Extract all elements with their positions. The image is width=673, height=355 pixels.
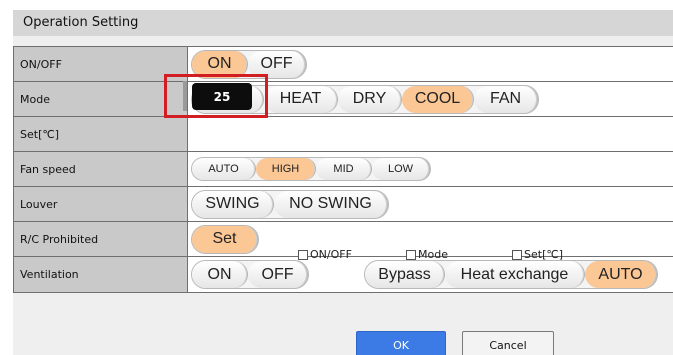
temperature-grip[interactable]	[183, 81, 187, 111]
fan-high-button[interactable]: HIGH	[256, 158, 316, 180]
row-louver: Louver SWING NO SWING	[14, 187, 673, 222]
checkbox-icon	[406, 249, 416, 260]
row-fan: Fan speed AUTO HIGH MID LOW	[14, 152, 673, 187]
mode-fan-button[interactable]: FAN	[474, 85, 538, 113]
ventilation-mode-selector: Bypass Heat exchange AUTO	[364, 260, 658, 289]
row-label-rc-prohibited: R/C Prohibited	[14, 222, 188, 256]
mode-cool-button[interactable]: COOL	[402, 85, 474, 113]
row-label-mode: Mode	[14, 82, 188, 116]
checkbox-icon	[298, 249, 308, 260]
louver-swing-button[interactable]: SWING	[192, 190, 274, 218]
row-onoff: ON/OFF ON OFF	[14, 47, 673, 82]
louver-selector: SWING NO SWING	[191, 189, 389, 219]
row-label-onoff: ON/OFF	[14, 47, 188, 81]
rc-set-button[interactable]: Set	[192, 225, 258, 253]
ventilation-power-toggle: ON OFF	[191, 260, 309, 289]
row-mode: Mode AUTO HEAT DRY COOL FAN	[14, 82, 673, 117]
row-label-fan: Fan speed	[14, 152, 188, 186]
row-ventilation: Ventilation ON OFF Bypass Heat exchange …	[14, 257, 673, 293]
temperature-value-display[interactable]: 25	[192, 83, 252, 110]
row-label-ventilation: Ventilation	[14, 257, 188, 292]
row-label-louver: Louver	[14, 187, 188, 221]
rc-mode-checkbox[interactable]: Mode	[406, 248, 448, 261]
vent-heat-exchange-button[interactable]: Heat exchange	[445, 261, 585, 288]
mode-heat-button[interactable]: HEAT	[264, 85, 338, 113]
fan-speed-selector: AUTO HIGH MID LOW	[191, 157, 431, 181]
rc-onoff-checkbox[interactable]: ON/OFF	[298, 248, 352, 261]
fan-mid-button[interactable]: MID	[316, 158, 372, 180]
fan-low-button[interactable]: LOW	[372, 158, 430, 180]
mode-dry-button[interactable]: DRY	[338, 85, 402, 113]
checkbox-icon	[512, 249, 522, 260]
window-title: Operation Setting	[13, 10, 673, 36]
vent-bypass-button[interactable]: Bypass	[365, 261, 445, 288]
fan-auto-button[interactable]: AUTO	[192, 158, 256, 180]
vent-off-button[interactable]: OFF	[248, 261, 308, 288]
rc-set-temp-checkbox[interactable]: Set[℃]	[512, 248, 563, 261]
louver-no-swing-button[interactable]: NO SWING	[274, 190, 388, 218]
rc-set-toggle: Set	[191, 224, 259, 254]
row-set: Set[℃]	[14, 117, 673, 152]
vent-on-button[interactable]: ON	[192, 261, 248, 288]
row-label-set: Set[℃]	[14, 117, 188, 151]
cancel-button[interactable]: Cancel	[462, 331, 554, 355]
vent-auto-button[interactable]: AUTO	[585, 261, 657, 288]
ok-button[interactable]: OK	[356, 331, 446, 355]
